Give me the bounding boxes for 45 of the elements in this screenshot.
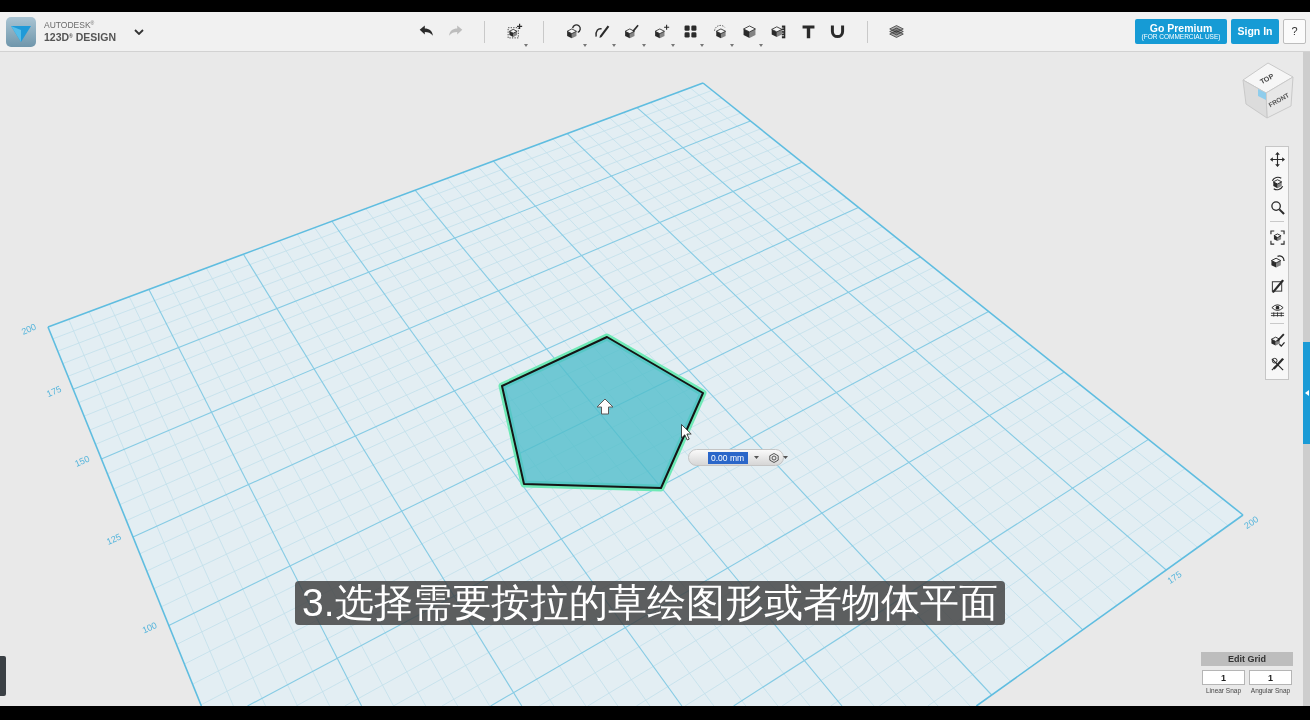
- magnet-icon: [829, 23, 847, 40]
- mouse-pointer-icon: [681, 424, 692, 441]
- edit-grid-button[interactable]: Edit Grid: [1201, 652, 1293, 666]
- grid-label: 200: [1242, 514, 1261, 531]
- snap-input[interactable]: 1: [1249, 670, 1292, 685]
- company-name: AUTODESK$^{®}$: [44, 21, 96, 30]
- grid-label: 100: [140, 620, 159, 636]
- brush-check-icon: [1269, 331, 1285, 347]
- cube-plus-icon: [505, 23, 523, 40]
- cube-arrows-icon: [652, 23, 670, 40]
- caret-down-icon: [783, 456, 788, 459]
- eye-grid-icon: [1269, 301, 1285, 317]
- grid-label: 200: [19, 321, 38, 337]
- panel-toggle-tab[interactable]: [1303, 342, 1310, 444]
- pencil-curve-icon: [594, 23, 612, 40]
- layers-icon: [887, 23, 905, 40]
- caret-down-icon: [754, 456, 759, 459]
- view-cube[interactable]: [1242, 62, 1294, 119]
- pencil-square-icon: [1269, 277, 1285, 293]
- cube-icon: [741, 23, 758, 40]
- triangle-left-icon: [1304, 390, 1309, 396]
- magnifier-icon: [1269, 199, 1285, 215]
- app-logo-icon: [6, 16, 36, 47]
- brush-cross-icon: [1269, 355, 1285, 371]
- subtitle-caption: 3.选择需要按拉的草绘图形或者物体平面: [295, 581, 1005, 625]
- grid-label: 175: [1165, 569, 1184, 586]
- grid-label: 125: [104, 531, 123, 547]
- cube-ruler-icon: [770, 23, 788, 40]
- app-name: 123D$^{®}$ DESIGN: [44, 31, 117, 42]
- grid-label: 150: [73, 453, 92, 469]
- fit-frame-icon: [1269, 229, 1285, 245]
- cube-dashed-icon: [711, 23, 729, 40]
- side-handle[interactable]: [0, 656, 6, 696]
- grid-label: 175: [45, 383, 63, 400]
- cube-loop-icon: [564, 23, 582, 40]
- distance-input[interactable]: 0.00 mm: [708, 451, 748, 464]
- orbit-icon: [1269, 175, 1285, 191]
- snap-input[interactable]: 1: [1202, 670, 1245, 685]
- chevron-down-icon: [134, 28, 144, 35]
- hex-nut-icon: [769, 452, 779, 463]
- cube-brush-icon: [623, 23, 641, 40]
- help-button[interactable]: ?: [1283, 19, 1306, 44]
- cube-rotate-icon: [1269, 253, 1285, 269]
- arrow-up-icon[interactable]: [596, 398, 614, 415]
- move-arrows-icon: [1269, 151, 1285, 167]
